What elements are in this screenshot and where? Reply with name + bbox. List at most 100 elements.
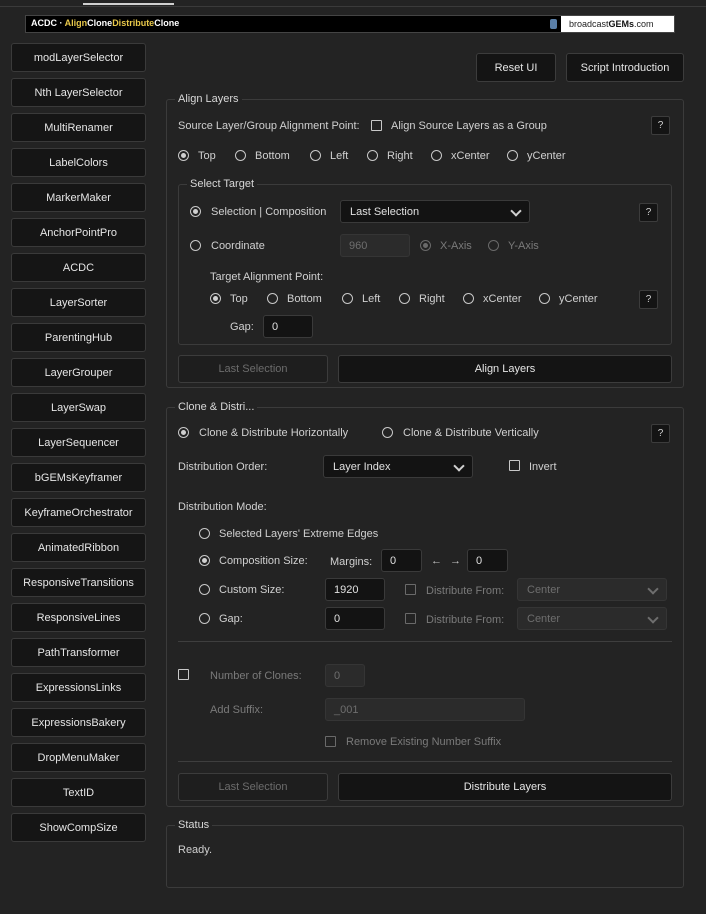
help-button-target[interactable]: ? xyxy=(639,203,658,222)
coordinate-radio[interactable] xyxy=(190,240,201,251)
source-point-left-label: Left xyxy=(330,150,349,162)
sidebar-item-labelcolors[interactable]: LabelColors xyxy=(11,148,146,177)
status-text: Ready. xyxy=(178,844,213,856)
source-point-xcenter-radio[interactable] xyxy=(431,150,442,161)
align-group-checkbox[interactable] xyxy=(371,120,382,131)
mode-custom-radio[interactable] xyxy=(199,584,210,595)
sidebar-item-dropmenumaker[interactable]: DropMenuMaker xyxy=(11,743,146,772)
target-point-xcenter-radio[interactable] xyxy=(463,293,474,304)
status-panel xyxy=(166,825,684,888)
source-point-right-radio[interactable] xyxy=(367,150,378,161)
selection-composition-label: Selection | Composition xyxy=(211,206,327,218)
gap-distribute-from-checkbox[interactable] xyxy=(405,613,416,624)
source-point-left-radio[interactable] xyxy=(310,150,321,161)
active-tab-indicator[interactable] xyxy=(83,3,174,5)
align-gap-input[interactable]: 0 xyxy=(263,315,313,338)
top-divider xyxy=(0,6,706,7)
source-point-top-radio[interactable] xyxy=(178,150,189,161)
sidebar-item-keyframeorchestrator[interactable]: KeyframeOrchestrator xyxy=(11,498,146,527)
sidebar-item-animatedribbon[interactable]: AnimatedRibbon xyxy=(11,533,146,562)
mode-gap-label: Gap: xyxy=(219,613,243,625)
number-of-clones-label: Number of Clones: xyxy=(210,670,302,682)
add-suffix-input[interactable]: _001 xyxy=(325,698,525,721)
clone-divider-bottom xyxy=(178,761,672,762)
coordinate-input[interactable]: 960 xyxy=(340,234,410,257)
selection-composition-radio[interactable] xyxy=(190,206,201,217)
source-point-ycenter-label: yCenter xyxy=(527,150,566,162)
target-selection-dropdown[interactable]: Last Selection xyxy=(340,200,530,223)
align-last-selection-button[interactable]: Last Selection xyxy=(178,355,328,383)
help-button-source[interactable]: ? xyxy=(651,116,670,135)
sidebar-item-nth-layerselector[interactable]: Nth LayerSelector xyxy=(11,78,146,107)
sidebar-item-responsivelines[interactable]: ResponsiveLines xyxy=(11,603,146,632)
distribute-gap-input[interactable]: 0 xyxy=(325,607,385,630)
header-banner: ACDC · AlignCloneDistributeClone broadca… xyxy=(25,15,675,33)
mode-edges-label: Selected Layers' Extreme Edges xyxy=(219,528,379,540)
remove-suffix-checkbox[interactable] xyxy=(325,736,336,747)
target-point-xcenter-label: xCenter xyxy=(483,293,522,305)
sidebar-item-responsivetransitions[interactable]: ResponsiveTransitions xyxy=(11,568,146,597)
mode-custom-label: Custom Size: xyxy=(219,584,285,596)
margin-right-input[interactable]: 0 xyxy=(467,549,508,572)
script-introduction-button[interactable]: Script Introduction xyxy=(566,53,684,82)
x-axis-radio[interactable] xyxy=(420,240,431,251)
distribute-layers-button[interactable]: Distribute Layers xyxy=(338,773,672,801)
help-button-clone[interactable]: ? xyxy=(651,424,670,443)
distribute-horizontal-radio[interactable] xyxy=(178,427,189,438)
broadcastgems-logo[interactable]: broadcastGEMs.com xyxy=(550,16,674,32)
distribution-order-dropdown[interactable]: Layer Index xyxy=(323,455,473,478)
sidebar-item-layerswap[interactable]: LayerSwap xyxy=(11,393,146,422)
custom-distribute-from-label: Distribute From: xyxy=(426,585,505,597)
source-point-xcenter-label: xCenter xyxy=(451,150,490,162)
source-point-top-label: Top xyxy=(198,150,216,162)
custom-distribute-from-dropdown[interactable]: Center xyxy=(517,578,667,601)
number-of-clones-input[interactable]: 0 xyxy=(325,664,365,687)
target-point-left-radio[interactable] xyxy=(342,293,353,304)
clone-last-selection-button[interactable]: Last Selection xyxy=(178,773,328,801)
sidebar-item-showcompsize[interactable]: ShowCompSize xyxy=(11,813,146,842)
help-button-target-point[interactable]: ? xyxy=(639,290,658,309)
distribute-vertical-radio[interactable] xyxy=(382,427,393,438)
sidebar-item-expressionslinks[interactable]: ExpressionsLinks xyxy=(11,673,146,702)
sidebar-item-expressionsbakery[interactable]: ExpressionsBakery xyxy=(11,708,146,737)
margin-left-input[interactable]: 0 xyxy=(381,549,422,572)
sidebar-item-anchorpointpro[interactable]: AnchorPointPro xyxy=(11,218,146,247)
arrow-left-icon: ← xyxy=(431,555,442,567)
number-of-clones-checkbox[interactable] xyxy=(178,669,189,680)
sidebar-item-bgemskeyframer[interactable]: bGEMsKeyframer xyxy=(11,463,146,492)
invert-checkbox[interactable] xyxy=(509,460,520,471)
logo-icon xyxy=(550,19,557,29)
source-point-bottom-label: Bottom xyxy=(255,150,290,162)
sidebar-item-acdc[interactable]: ACDC xyxy=(11,253,146,282)
gap-distribute-from-dropdown[interactable]: Center xyxy=(517,607,667,630)
target-point-bottom-radio[interactable] xyxy=(267,293,278,304)
sidebar-item-modlayerselector[interactable]: modLayerSelector xyxy=(11,43,146,72)
source-point-right-label: Right xyxy=(387,150,413,162)
reset-ui-button[interactable]: Reset UI xyxy=(476,53,556,82)
target-alignment-label: Target Alignment Point: xyxy=(210,271,324,283)
sidebar-item-layersequencer[interactable]: LayerSequencer xyxy=(11,428,146,457)
source-point-bottom-radio[interactable] xyxy=(235,150,246,161)
distribution-order-label: Distribution Order: xyxy=(178,461,268,473)
sidebar-item-layersorter[interactable]: LayerSorter xyxy=(11,288,146,317)
sidebar-item-pathtransformer[interactable]: PathTransformer xyxy=(11,638,146,667)
chevron-down-icon xyxy=(647,583,659,595)
sidebar-item-multirenamer[interactable]: MultiRenamer xyxy=(11,113,146,142)
mode-gap-radio[interactable] xyxy=(199,613,210,624)
chevron-down-icon xyxy=(453,460,465,472)
target-point-right-radio[interactable] xyxy=(399,293,410,304)
sidebar-item-layergrouper[interactable]: LayerGrouper xyxy=(11,358,146,387)
sidebar-item-parentinghub[interactable]: ParentingHub xyxy=(11,323,146,352)
sidebar-item-textid[interactable]: TextID xyxy=(11,778,146,807)
custom-distribute-from-checkbox[interactable] xyxy=(405,584,416,595)
align-layers-button[interactable]: Align Layers xyxy=(338,355,672,383)
align-group-label: Align Source Layers as a Group xyxy=(391,120,547,132)
source-point-ycenter-radio[interactable] xyxy=(507,150,518,161)
custom-size-input[interactable]: 1920 xyxy=(325,578,385,601)
sidebar-item-markermaker[interactable]: MarkerMaker xyxy=(11,183,146,212)
mode-composition-radio[interactable] xyxy=(199,555,210,566)
mode-edges-radio[interactable] xyxy=(199,528,210,539)
target-point-top-radio[interactable] xyxy=(210,293,221,304)
target-point-ycenter-radio[interactable] xyxy=(539,293,550,304)
y-axis-radio[interactable] xyxy=(488,240,499,251)
